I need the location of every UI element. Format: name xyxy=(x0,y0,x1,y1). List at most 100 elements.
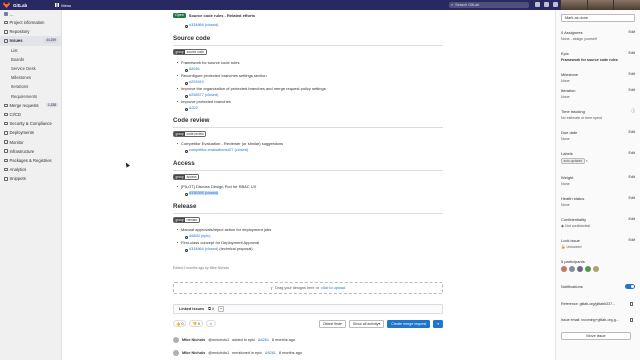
copy-icon[interactable] xyxy=(629,302,633,306)
activity-author[interactable]: Mike Nichols xyxy=(182,351,205,355)
sidebar-item-security[interactable]: Security & Compliance xyxy=(0,119,61,128)
sidebar-subitem-iterations[interactable]: Iterations xyxy=(0,82,61,91)
todo-icon[interactable] xyxy=(553,2,558,7)
edit-button[interactable]: Edit xyxy=(628,130,635,134)
activity-author[interactable]: Mike Nichols xyxy=(182,338,205,342)
confidentiality-block: Confidentiality ◉ Not confidential Edit xyxy=(561,217,635,228)
edited-note: Edited 2 months ago by Mike Nichols xyxy=(173,266,229,270)
sidebar-item-merge-requests[interactable]: Merge requests 1,338 xyxy=(0,101,61,110)
sidebar-item-label: Monitor xyxy=(9,139,24,145)
avatar[interactable] xyxy=(577,266,583,272)
issue-link[interactable]: #334864 (closed) xyxy=(189,247,218,251)
group-label[interactable]: group release xyxy=(173,217,200,224)
sticky-header: Open Source code rules - Related efforts xyxy=(173,13,255,18)
avatar[interactable] xyxy=(569,266,575,272)
edit-button[interactable]: Edit xyxy=(628,72,635,76)
sidebar-item-deployments[interactable]: Deployments xyxy=(0,128,61,137)
monitor-icon xyxy=(4,140,8,144)
sidebar-subitem-list[interactable]: List xyxy=(0,46,61,55)
copy-icon[interactable] xyxy=(629,318,633,322)
sidebar-item-project-information[interactable]: Project information xyxy=(0,18,61,27)
chart-icon xyxy=(4,167,8,172)
notifications-toggle[interactable] xyxy=(625,284,635,289)
design-dropzone[interactable]: ⇪ Drag your designs here or click to upl… xyxy=(173,282,443,294)
sidebar-item-monitor[interactable]: Monitor xyxy=(0,137,61,146)
sidebar-subitem-milestones[interactable]: Milestones xyxy=(0,73,61,82)
edit-button[interactable]: Edit xyxy=(628,30,635,34)
edit-button[interactable]: Edit xyxy=(628,51,635,55)
issue-link[interactable]: #293919 xyxy=(185,80,204,85)
issue-link[interactable]: #336395 (closed) xyxy=(184,191,219,196)
mark-as-done-button[interactable]: Mark as done xyxy=(561,14,635,22)
label-scope: group xyxy=(174,132,186,137)
sidebar-item-issues[interactable]: Issues 44,269 xyxy=(0,36,61,46)
edit-button[interactable]: Edit xyxy=(628,175,635,179)
upload-link[interactable]: click to upload. xyxy=(321,286,346,290)
sidebar-item-packages[interactable]: Packages & Registries xyxy=(0,156,61,165)
issue-link[interactable]: #334866 (closed) xyxy=(184,23,218,28)
avatar[interactable] xyxy=(593,266,599,272)
move-issue-button[interactable]: Move issue xyxy=(561,332,631,340)
issue-link[interactable]: competitor-evaluations#27 (closed) xyxy=(184,148,248,153)
avatar[interactable] xyxy=(585,266,591,272)
group-label[interactable]: group access xyxy=(173,174,200,181)
help-icon[interactable]: ⓘ xyxy=(631,109,635,114)
issues-icon[interactable] xyxy=(535,2,540,7)
deployments-icon xyxy=(4,131,8,135)
activity-filter-dropdown[interactable]: Show all activity ▾ xyxy=(348,320,385,328)
list-subitem: #334864 (closed) (technical proposal) xyxy=(185,247,253,252)
issues-count-badge: 44,269 xyxy=(44,38,58,43)
search-input[interactable]: ⌕ Search GitLab xyxy=(449,1,529,8)
add-reaction-button[interactable]: ☺ xyxy=(205,320,216,327)
create-mr-dropdown-toggle[interactable]: ▾ xyxy=(433,320,443,328)
lock-issue-block: Lock issue 🔓 Unlocked Edit xyxy=(561,238,635,249)
video-tile xyxy=(613,0,640,10)
group-label[interactable]: group source code xyxy=(173,49,207,56)
project-context[interactable]: ... xyxy=(0,10,61,18)
merge-requests-icon[interactable] xyxy=(544,2,549,7)
sidebar-item-analytics[interactable]: Analytics xyxy=(0,165,61,174)
block-value[interactable]: None - assign yourself xyxy=(561,37,635,41)
top-bar: GitLab Menu ⌕ Search GitLab xyxy=(0,0,640,10)
block-title: Reference: gitlab-org/gitlab#337... xyxy=(561,302,616,306)
sidebar-item-label: Issues xyxy=(9,38,23,44)
sidebar-item-ci-cd[interactable]: CI/CD xyxy=(0,110,61,119)
thumbs-up-button[interactable]: 👍 0 xyxy=(173,320,187,327)
gitlab-logo-icon[interactable] xyxy=(3,2,10,8)
activity-time: 8 months ago xyxy=(278,351,302,355)
project-context-name: ... xyxy=(10,11,14,17)
block-value[interactable]: Framework for source code rules xyxy=(561,58,635,62)
label-scope: group xyxy=(174,50,186,55)
edit-button[interactable]: Edit xyxy=(628,151,635,155)
sidebar-item-snippets[interactable]: Snippets xyxy=(0,174,61,183)
thumbs-down-button[interactable]: 👎 0 xyxy=(189,320,203,327)
epic-link[interactable]: &8261 xyxy=(265,351,276,355)
avatar[interactable] xyxy=(561,266,567,272)
sidebar-item-repository[interactable]: Repository xyxy=(0,27,61,36)
sidebar-subitem-requirements[interactable]: Requirements xyxy=(0,92,61,101)
group-label[interactable]: group code review xyxy=(173,131,207,138)
sort-order-dropdown[interactable]: Oldest first ▾ xyxy=(318,320,346,328)
issue-link[interactable]: &322 xyxy=(185,106,198,111)
edit-button[interactable]: Edit xyxy=(628,88,635,92)
sidebar-item-infrastructure[interactable]: Infrastructure xyxy=(0,147,61,156)
sidebar-item-label: Project information xyxy=(9,20,45,26)
edit-button[interactable]: Edit xyxy=(628,238,635,242)
create-merge-request-button[interactable]: Create merge request xyxy=(387,320,431,328)
section-heading-access: Access xyxy=(173,160,195,167)
brand-name[interactable]: GitLab xyxy=(13,3,27,8)
edit-button[interactable]: Edit xyxy=(628,217,635,221)
issue-link[interactable]: #258577 (closed) xyxy=(184,93,218,98)
label-badge[interactable]: auto updated xyxy=(561,157,585,164)
epic-link[interactable]: &8261 xyxy=(258,338,269,342)
remove-label-icon[interactable]: × xyxy=(586,159,588,163)
issue-link[interactable]: &8261 xyxy=(185,67,200,72)
create-mr-label: Create merge request xyxy=(391,322,427,326)
edit-button[interactable]: Edit xyxy=(628,196,635,200)
sidebar-subitem-boards[interactable]: Boards xyxy=(0,55,61,64)
thumbs-down-count: 0 xyxy=(197,321,200,326)
sidebar-subitem-service-desk[interactable]: Service Desk xyxy=(0,64,61,73)
menu-button[interactable]: Menu xyxy=(55,3,71,8)
issue-link[interactable]: &6832 (epic) xyxy=(185,234,211,239)
add-linked-issue-button[interactable]: + xyxy=(217,306,224,312)
